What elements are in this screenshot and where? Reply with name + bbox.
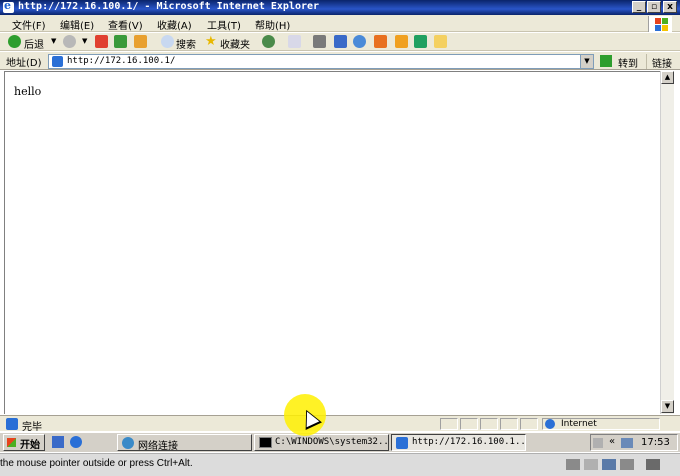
go-label: 转到	[618, 59, 638, 70]
menu-favorites[interactable]: 收藏(A)	[157, 17, 192, 32]
menu-tools[interactable]: 工具(T)	[207, 17, 241, 32]
network-tray-icon[interactable]	[621, 438, 633, 448]
show-desktop-icon[interactable]	[52, 436, 64, 448]
print-icon[interactable]	[313, 35, 326, 48]
ie-task-icon	[396, 437, 408, 449]
system-tray: « 17:53	[590, 434, 678, 451]
status-pane	[500, 418, 518, 430]
amazon-icon[interactable]	[434, 35, 447, 48]
start-flag-icon	[7, 438, 16, 447]
address-bar: 地址(D) http://172.16.100.1/ ▼ 转到 链接	[0, 52, 680, 70]
vm-hint-bar: the mouse pointer outside or press Ctrl+…	[0, 453, 680, 476]
menu-edit[interactable]: 编辑(E)	[60, 17, 94, 32]
scroll-up-icon[interactable]: ▲	[661, 71, 674, 84]
tray-app-icon[interactable]	[593, 438, 603, 448]
search-button-label[interactable]: 搜索	[176, 36, 196, 51]
zone-label: Internet	[561, 419, 597, 429]
address-dropdown-icon[interactable]: ▼	[580, 55, 593, 68]
display-icon[interactable]	[646, 459, 660, 470]
menu-help[interactable]: 帮助(H)	[255, 17, 290, 32]
go-arrow-icon	[600, 55, 612, 67]
address-url: http://172.16.100.1/	[67, 56, 176, 66]
status-page-icon	[6, 418, 18, 430]
menu-file[interactable]: 文件(F)	[12, 17, 46, 32]
forward-dropdown-icon[interactable]: ▼	[82, 37, 87, 45]
window-title: http://172.16.100.1/ - Microsoft Interne…	[18, 1, 320, 12]
title-bar[interactable]: http://172.16.100.1/ - Microsoft Interne…	[0, 0, 680, 15]
menu-bar: 文件(F) 编辑(E) 查看(V) 收藏(A) 工具(T) 帮助(H)	[0, 15, 680, 32]
toolbar: 后退 ▼ ▼ 搜索 ★ 收藏夹	[0, 33, 680, 51]
network-adapter-icon[interactable]	[602, 459, 616, 470]
favorites-star-icon[interactable]: ★	[205, 34, 217, 49]
address-input[interactable]: http://172.16.100.1/ ▼	[48, 54, 594, 69]
status-pane	[440, 418, 458, 430]
back-arrow-icon[interactable]	[8, 35, 21, 48]
page-icon	[52, 56, 63, 67]
status-pane	[520, 418, 538, 430]
research-icon[interactable]	[414, 35, 427, 48]
task-ie[interactable]: http://172.16.100.1...	[391, 434, 526, 451]
go-button[interactable]: 转到	[598, 54, 642, 70]
mail-icon[interactable]	[288, 35, 301, 48]
menu-view[interactable]: 查看(V)	[108, 17, 143, 32]
refresh-icon[interactable]	[114, 35, 127, 48]
back-button-label[interactable]: 后退	[24, 36, 44, 51]
history-icon[interactable]	[262, 35, 275, 48]
back-dropdown-icon[interactable]: ▼	[51, 37, 56, 45]
clock[interactable]: 17:53	[641, 437, 670, 448]
address-label: 地址(D)	[6, 58, 42, 69]
search-icon[interactable]	[161, 35, 174, 48]
globe-icon	[545, 419, 555, 429]
quick-launch-ie-icon[interactable]	[70, 436, 82, 448]
cdrom-icon[interactable]	[584, 459, 598, 470]
msn-icon[interactable]	[395, 35, 408, 48]
status-pane	[480, 418, 498, 430]
scroll-down-icon[interactable]: ▼	[661, 400, 674, 413]
task-label: C:\WINDOWS\system32...	[275, 437, 389, 447]
close-button[interactable]: x	[663, 1, 677, 13]
status-pane	[460, 418, 478, 430]
links-label: 链接	[652, 59, 672, 70]
ie-icon	[3, 0, 14, 13]
console-icon	[259, 437, 272, 448]
status-text: 完毕	[22, 422, 42, 433]
minimize-button[interactable]: _	[632, 1, 646, 13]
vertical-scrollbar[interactable]: ▲ ▼	[660, 71, 674, 414]
stop-icon[interactable]	[95, 35, 108, 48]
hint-text: the mouse pointer outside or press Ctrl+…	[0, 458, 193, 469]
tray-expand-icon[interactable]: «	[609, 436, 615, 447]
forward-arrow-icon[interactable]	[63, 35, 76, 48]
task-cmd[interactable]: C:\WINDOWS\system32...	[254, 434, 389, 451]
links-button[interactable]: 链接	[646, 54, 678, 70]
page-content: hello	[4, 71, 660, 414]
zone-pane: Internet	[542, 418, 660, 430]
edit-icon[interactable]	[334, 35, 347, 48]
status-bar: 完毕 Internet	[0, 415, 680, 433]
taskbar: 开始 网络连接 C:\WINDOWS\system32... http://17…	[0, 432, 680, 452]
favorites-button-label[interactable]: 收藏夹	[220, 36, 250, 51]
device-icon[interactable]	[566, 459, 580, 470]
messenger-icon[interactable]	[353, 35, 366, 48]
network-icon	[122, 437, 134, 449]
task-network-connections[interactable]: 网络连接	[117, 434, 252, 451]
restore-button[interactable]: ▫	[647, 1, 661, 13]
body-text: hello	[14, 85, 42, 98]
start-button[interactable]: 开始	[3, 434, 45, 451]
task-label: http://172.16.100.1...	[412, 437, 526, 447]
media-icon[interactable]	[374, 35, 387, 48]
start-label: 开始	[20, 440, 40, 451]
home-icon[interactable]	[134, 35, 147, 48]
windows-logo-icon	[648, 16, 672, 32]
usb-icon[interactable]	[620, 459, 634, 470]
task-label: 网络连接	[138, 441, 178, 451]
